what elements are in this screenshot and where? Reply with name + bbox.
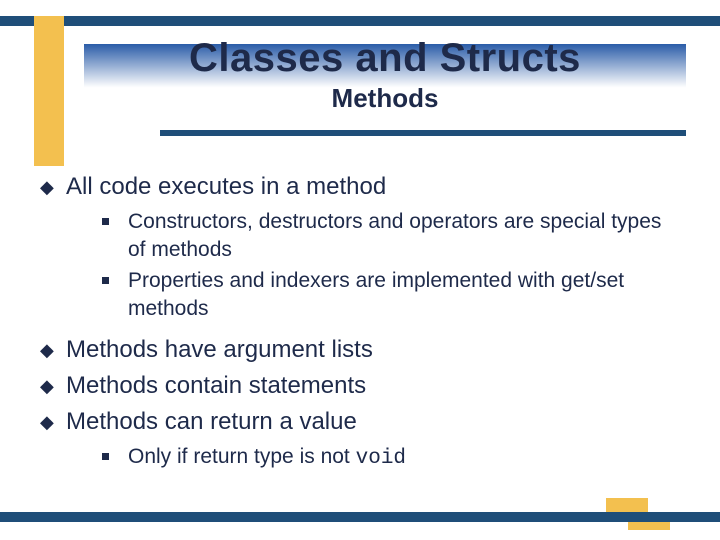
diamond-bullet-icon: ◆ xyxy=(40,172,66,202)
subtitle-underline xyxy=(160,130,686,136)
bullet-level1: ◆ Methods contain statements xyxy=(40,371,680,401)
content-area: ◆ All code executes in a method Construc… xyxy=(40,168,680,486)
top-gold-segment xyxy=(34,16,64,26)
slide-title: Classes and Structs xyxy=(84,36,686,81)
square-bullet-icon xyxy=(102,208,128,225)
title-area: Classes and Structs Methods xyxy=(84,36,686,114)
sub-bullet-text: Properties and indexers are implemented … xyxy=(128,267,680,324)
bottom-gold-box-under xyxy=(628,522,670,530)
bullet-level1: ◆ Methods have argument lists xyxy=(40,335,680,365)
sub-bullet-group: Only if return type is not void xyxy=(102,443,680,473)
bullet-text: Methods contain statements xyxy=(66,371,366,401)
bullet-level2: Only if return type is not void xyxy=(102,443,680,473)
code-keyword: void xyxy=(356,447,406,470)
top-border-band xyxy=(0,16,720,26)
bullet-level2: Properties and indexers are implemented … xyxy=(102,267,680,324)
bullet-text: Methods have argument lists xyxy=(66,335,373,365)
square-bullet-icon xyxy=(102,443,128,460)
bullet-level2: Constructors, destructors and operators … xyxy=(102,208,680,265)
bottom-gold-box-top xyxy=(606,498,648,512)
sub-bullet-text: Constructors, destructors and operators … xyxy=(128,208,680,265)
slide-subtitle: Methods xyxy=(84,83,686,114)
diamond-bullet-icon: ◆ xyxy=(40,407,66,437)
square-bullet-icon xyxy=(102,267,128,284)
sub-bullet-prefix: Only if return type is not xyxy=(128,445,356,468)
bullet-level1: ◆ Methods can return a value xyxy=(40,407,680,437)
diamond-bullet-icon: ◆ xyxy=(40,335,66,365)
sub-bullet-text: Only if return type is not void xyxy=(128,443,406,473)
bottom-border-band xyxy=(0,512,720,522)
bullet-level1: ◆ All code executes in a method xyxy=(40,172,680,202)
diamond-bullet-icon: ◆ xyxy=(40,371,66,401)
bullet-text: Methods can return a value xyxy=(66,407,357,437)
sub-bullet-group: Constructors, destructors and operators … xyxy=(102,208,680,323)
left-gold-bar xyxy=(34,26,64,166)
bullet-text: All code executes in a method xyxy=(66,172,386,202)
